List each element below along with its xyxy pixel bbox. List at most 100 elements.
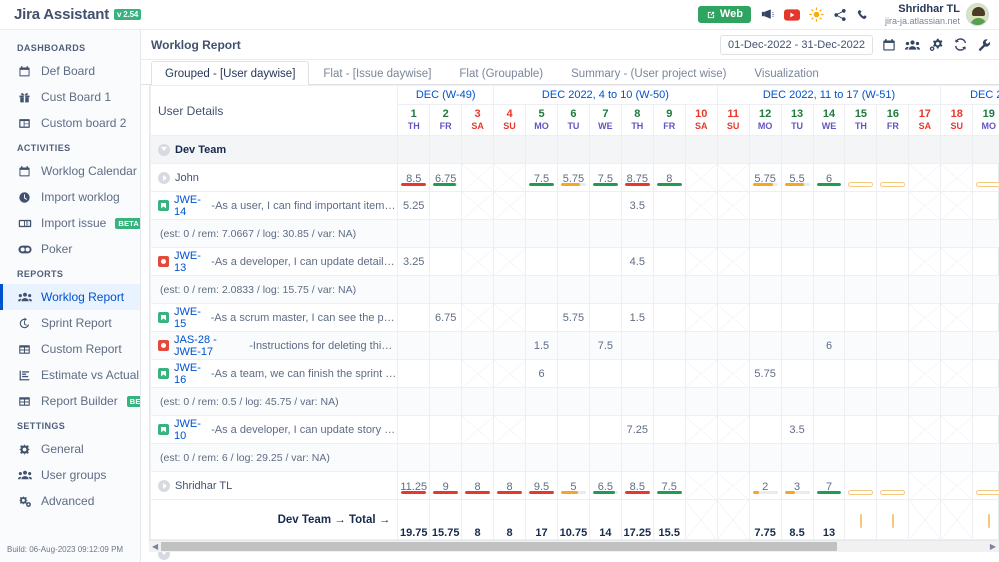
issue-name-cell[interactable]: JWE-13 -As a developer, I can update deta… <box>149 247 399 276</box>
sun-icon[interactable] <box>809 7 824 22</box>
issue-name-cell[interactable]: JWE-14 -As a user, I can find important i… <box>149 191 399 220</box>
worklog-bar-cell: 6.75 <box>429 163 463 192</box>
user-name-cell[interactable]: Shridhar TL <box>149 471 399 500</box>
data-cell <box>556 387 590 416</box>
issue-name-cell[interactable]: JWE-16 -As a team, we can finish the spri… <box>149 359 399 388</box>
tab-0[interactable]: Grouped - [User daywise] <box>151 61 310 85</box>
sidebar-item-custom-report[interactable]: Custom Report <box>0 336 140 362</box>
data-cell: 5.75 <box>556 303 590 332</box>
data-cell <box>876 275 910 304</box>
issue-key[interactable]: JWE-10 <box>174 418 206 442</box>
share-icon[interactable] <box>833 8 847 22</box>
worklog-bar <box>784 183 810 186</box>
import-icon <box>17 217 32 230</box>
issue-row: JAS-28 - JWE-17 -Instructions for deletin… <box>149 331 999 360</box>
data-cell <box>493 303 527 332</box>
data-cell <box>972 331 999 360</box>
phone-icon[interactable] <box>856 8 870 22</box>
data-cell <box>780 387 814 416</box>
megaphone-icon[interactable] <box>760 7 775 22</box>
sidebar-item-cust-board-1[interactable]: Cust Board 1 <box>0 84 140 110</box>
people-icon[interactable] <box>905 38 920 52</box>
web-button[interactable]: Web <box>697 6 751 23</box>
data-cell <box>684 415 718 444</box>
sidebar-item-user-groups[interactable]: User groups <box>0 462 140 488</box>
sidebar-item-import-issue[interactable]: Import issue BETA <box>0 210 140 236</box>
data-cell <box>844 135 878 164</box>
data-cell: 3.5 <box>780 415 814 444</box>
issue-summary: -As a developer, I can update story and … <box>211 423 397 436</box>
worklog-bar-cell <box>972 471 999 500</box>
version-badge: v 2.54 <box>114 9 142 20</box>
total-top-value <box>814 500 845 503</box>
issue-name-cell[interactable]: JWE-10 -As a developer, I can update stor… <box>149 415 399 444</box>
issue-key[interactable]: JWE-13 <box>174 250 206 274</box>
data-cell <box>780 191 814 220</box>
data-cell <box>684 359 718 388</box>
sidebar-item-label: Cust Board 1 <box>41 90 112 104</box>
sidebar-item-advanced[interactable]: Advanced <box>0 488 140 514</box>
data-cell <box>748 247 782 276</box>
settings-gear-icon[interactable] <box>929 37 944 52</box>
horizontal-scrollbar[interactable]: ◀ ▶ <box>149 540 999 552</box>
sidebar-item-report-builder[interactable]: Report Builder BETA <box>0 388 140 414</box>
group-name-cell[interactable]: Dev Team <box>149 135 399 164</box>
wrench-icon[interactable] <box>977 38 991 52</box>
data-cell <box>780 275 814 304</box>
issue-key[interactable]: JWE-16 <box>174 362 206 386</box>
sidebar-item-poker[interactable]: Poker <box>0 236 140 262</box>
youtube-icon[interactable] <box>783 8 800 21</box>
table-body: Dev Team John 8.5 6.75 7.5 5.75 7.5 8.75 8 5.75 5.… <box>149 135 999 562</box>
total-cell: 10.75 <box>556 498 590 541</box>
tab-4[interactable]: Visualization <box>740 61 832 85</box>
issue-key[interactable]: JWE-15 <box>174 306 206 330</box>
calendar-icon <box>17 165 32 178</box>
tab-3[interactable]: Summary - (User project wise) <box>557 61 740 85</box>
data-cell: 5.25 <box>397 191 431 220</box>
collapse-chevron-icon[interactable] <box>158 143 170 156</box>
day-header: 5 MO <box>525 104 558 136</box>
worklog-bar-cell: 3 <box>780 471 814 500</box>
user-profile[interactable]: Shridhar TL jira-ja.atlassian.net <box>885 3 989 26</box>
tab-2[interactable]: Flat (Groupable) <box>445 61 557 85</box>
day-header: 7 WE <box>588 104 622 136</box>
sidebar-item-label: Estimate vs Actual <box>41 368 140 382</box>
sidebar-item-import-worklog[interactable]: Import worklog <box>0 184 140 210</box>
sidebar-item-worklog-calendar[interactable]: Worklog Calendar <box>0 158 140 184</box>
worklog-bar <box>656 183 682 186</box>
worklog-value <box>845 176 876 180</box>
sidebar-item-sprint-report[interactable]: Sprint Report <box>0 310 140 336</box>
issue-key[interactable]: JAS-28 - JWE-17 <box>174 334 244 358</box>
sidebar-item-general[interactable]: General <box>0 436 140 462</box>
sidebar-item-worklog-report[interactable]: Worklog Report <box>0 284 140 310</box>
issue-name-cell[interactable]: JWE-15 -As a scrum master, I can see the … <box>149 303 399 332</box>
expand-chevron-icon[interactable] <box>158 479 170 492</box>
total-value: 15.75 <box>431 527 460 539</box>
data-cell: 3.5 <box>620 191 654 220</box>
day-number: 17 <box>918 108 931 121</box>
calendar-icon[interactable] <box>882 38 896 52</box>
day-name: SU <box>726 120 740 131</box>
user-name-cell[interactable]: John <box>149 163 399 192</box>
date-range-input[interactable]: 01-Dec-2022 - 31-Dec-2022 <box>720 34 873 55</box>
data-cell <box>525 303 558 332</box>
sidebar-item-estimate-vs-actual[interactable]: Estimate vs Actual <box>0 362 140 388</box>
data-cell <box>429 191 463 220</box>
worklog-bar <box>656 491 682 494</box>
sidebar-item-def-board[interactable]: Def Board <box>0 58 140 84</box>
worklog-bar-cell: 8 <box>461 471 495 500</box>
scrollbar-thumb[interactable] <box>161 542 837 551</box>
data-cell <box>748 135 782 164</box>
data-cell <box>716 191 750 220</box>
scroll-left-icon[interactable]: ◀ <box>152 542 158 551</box>
refresh-icon[interactable] <box>953 37 968 52</box>
issue-key[interactable]: JWE-14 <box>174 194 206 218</box>
tab-1[interactable]: Flat - [Issue daywise] <box>309 61 445 85</box>
expand-chevron-icon[interactable] <box>158 171 170 184</box>
data-cell <box>620 275 654 304</box>
scroll-right-icon[interactable]: ▶ <box>990 542 996 551</box>
issue-name-cell[interactable]: JAS-28 - JWE-17 -Instructions for deletin… <box>149 331 399 360</box>
sidebar-item-custom-board-2[interactable]: Custom board 2 <box>0 110 140 136</box>
avatar[interactable] <box>966 3 989 26</box>
people-icon <box>17 469 32 481</box>
